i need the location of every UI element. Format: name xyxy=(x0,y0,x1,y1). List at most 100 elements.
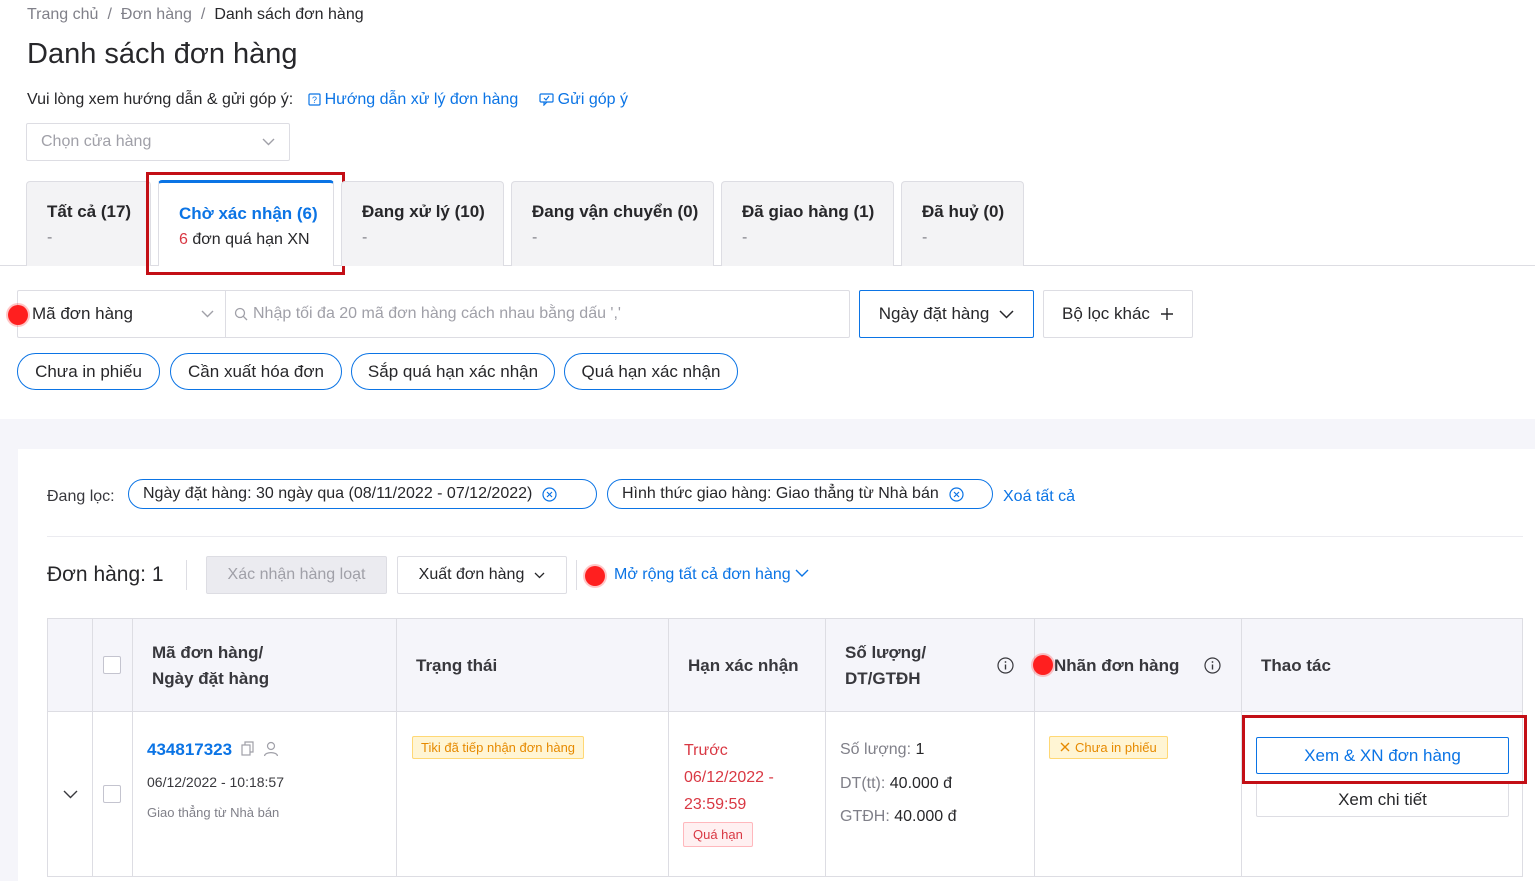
order-value: GTĐH: 40.000 đ xyxy=(840,808,957,826)
header-line: Số lượng/ xyxy=(845,643,927,662)
tab-label: Chờ xác nhận (6) xyxy=(179,204,318,223)
column-divider xyxy=(825,619,826,876)
overdue-count: 6 xyxy=(179,231,188,248)
export-orders-button[interactable]: Xuất đơn hàng xyxy=(397,556,567,594)
copy-icon[interactable] xyxy=(240,741,255,757)
tab-pending-confirmation[interactable]: Chờ xác nhận (6) 6 đơn quá hạn XN xyxy=(158,180,334,266)
column-header-order: Mã đơn hàng/ Ngày đặt hàng xyxy=(152,640,269,692)
tab-sub: - xyxy=(742,229,748,246)
feedback-icon xyxy=(539,93,554,107)
column-divider xyxy=(132,619,133,876)
view-confirm-order-button[interactable]: Xem & XN đơn hàng xyxy=(1256,737,1509,774)
shipping-method: Giao thẳng từ Nhà bán xyxy=(147,805,280,820)
active-filter-shipping: Hình thức giao hàng: Giao thẳng từ Nhà b… xyxy=(607,479,993,509)
guide-link[interactable]: ? Hướng dẫn xử lý đơn hàng xyxy=(307,91,519,108)
tab-label: Đã huỷ (0) xyxy=(922,202,1005,221)
quick-filter-overdue[interactable]: Quá hạn xác nhận xyxy=(564,353,738,390)
chevron-down-icon xyxy=(201,310,214,318)
guide-link-label: Hướng dẫn xử lý đơn hàng xyxy=(324,91,519,108)
tab-processing[interactable]: Đang xử lý (10) - xyxy=(341,181,504,266)
field-select-value: Mã đơn hàng xyxy=(32,304,133,323)
quick-filter-invoice-needed[interactable]: Cần xuất hóa đơn xyxy=(170,353,342,390)
marker-dot xyxy=(1033,655,1053,675)
divider xyxy=(576,560,577,590)
breadcrumb-orders[interactable]: Đơn hàng xyxy=(121,6,192,23)
tab-sub: - xyxy=(532,229,538,246)
expand-all-label: Mở rộng tất cả đơn hàng xyxy=(614,566,791,583)
expand-all-orders-link[interactable]: Mở rộng tất cả đơn hàng xyxy=(614,566,809,584)
quick-filter-near-overdue[interactable]: Sắp quá hạn xác nhận xyxy=(351,353,555,390)
label-badge-text: Chưa in phiếu xyxy=(1075,740,1157,755)
deadline-line: 06/12/2022 - xyxy=(684,769,774,786)
search-icon xyxy=(234,307,248,321)
store-select-placeholder: Chọn cửa hàng xyxy=(41,133,152,150)
status-badge-text: Tiki đã tiếp nhận đơn hàng xyxy=(412,736,585,759)
tab-label: Đã giao hàng (1) xyxy=(742,202,875,221)
help-doc-icon: ? xyxy=(307,93,321,106)
info-icon[interactable] xyxy=(1204,657,1221,674)
tab-cancelled[interactable]: Đã huỷ (0) - xyxy=(901,181,1024,266)
close-circle-icon[interactable] xyxy=(949,486,964,502)
deadline-line: 23:59:59 xyxy=(684,796,747,813)
chevron-down-icon xyxy=(999,309,1014,319)
deadline-line: Trước xyxy=(684,742,728,759)
expand-row-chevron-icon[interactable] xyxy=(63,790,78,799)
clear-all-filters-link[interactable]: Xoá tất cả xyxy=(1003,488,1075,506)
row-checkbox[interactable] xyxy=(103,785,121,803)
divider xyxy=(186,560,187,590)
breadcrumb-separator: / xyxy=(200,6,206,23)
column-header-actions: Thao tác xyxy=(1261,656,1331,675)
breadcrumb-current: Danh sách đơn hàng xyxy=(214,6,364,23)
status-badge: Tiki đã tiếp nhận đơn hàng xyxy=(412,736,585,759)
column-divider xyxy=(668,619,669,876)
view-detail-button[interactable]: Xem chi tiết xyxy=(1256,782,1509,817)
close-circle-icon[interactable] xyxy=(542,486,557,502)
select-all-checkbox[interactable] xyxy=(103,656,121,674)
more-filters-button[interactable]: Bộ lọc khác xyxy=(1043,290,1193,338)
quick-filter-not-printed[interactable]: Chưa in phiếu xyxy=(17,353,160,390)
active-filter-text: Ngày đặt hàng: 30 ngày qua (08/11/2022 -… xyxy=(143,485,533,502)
quantity-key: Số lượng: xyxy=(840,741,912,758)
info-icon[interactable] xyxy=(997,657,1014,674)
store-select[interactable]: Chọn cửa hàng xyxy=(26,123,290,161)
column-header-label: Nhãn đơn hàng xyxy=(1054,656,1180,675)
overdue-text: đơn quá hạn XN xyxy=(187,231,310,248)
order-id-search-input[interactable]: Nhập tối đa 20 mã đơn hàng cách nhau bằn… xyxy=(225,290,850,338)
confirm-deadline: Trước 06/12/2022 - 23:59:59 xyxy=(684,737,774,818)
x-icon xyxy=(1060,742,1070,752)
header-line: DT/GTĐH xyxy=(845,669,921,688)
bulk-confirm-button[interactable]: Xác nhận hàng loạt xyxy=(206,556,387,594)
tab-sub: - xyxy=(47,229,53,246)
label-badge: Chưa in phiếu xyxy=(1049,736,1168,759)
column-divider xyxy=(396,619,397,876)
order-value-value: 40.000 đ xyxy=(889,808,957,825)
tab-sub: 6 đơn quá hạn XN xyxy=(179,231,333,249)
overdue-badge: Quá hạn xyxy=(683,822,753,847)
table-row: 434817323 xyxy=(147,740,279,760)
revenue-value: 40.000 đ xyxy=(885,775,953,792)
more-filters-label: Bộ lọc khác xyxy=(1062,304,1150,323)
breadcrumb-home[interactable]: Trang chủ xyxy=(27,6,98,23)
tab-label: Tất cả (17) xyxy=(47,202,132,221)
tab-label: Đang vận chuyển (0) xyxy=(532,202,699,221)
column-divider xyxy=(92,619,93,876)
column-header-deadline: Hạn xác nhận xyxy=(688,656,799,675)
order-id-field-select[interactable]: Mã đơn hàng xyxy=(17,290,226,338)
column-divider xyxy=(1241,619,1242,876)
quantity-value: 1 xyxy=(911,741,925,758)
tab-all[interactable]: Tất cả (17) - xyxy=(26,181,151,266)
guide-text: Vui lòng xem hướng dẫn & gửi góp ý: xyxy=(27,91,294,108)
tab-delivered[interactable]: Đã giao hàng (1) - xyxy=(721,181,894,266)
divider xyxy=(47,536,1523,537)
active-filter-text: Hình thức giao hàng: Giao thẳng từ Nhà b… xyxy=(622,485,939,502)
page-title: Danh sách đơn hàng xyxy=(27,38,298,70)
tab-shipping[interactable]: Đang vận chuyển (0) - xyxy=(511,181,714,266)
active-filter-date: Ngày đặt hàng: 30 ngày qua (08/11/2022 -… xyxy=(128,479,597,509)
column-header-status: Trạng thái xyxy=(416,656,498,675)
column-header-quantity: Số lượng/ DT/GTĐH xyxy=(845,640,926,692)
svg-text:?: ? xyxy=(312,95,317,105)
order-id-link[interactable]: 434817323 xyxy=(147,740,232,759)
date-button-label: Ngày đặt hàng xyxy=(878,304,990,323)
feedback-link[interactable]: Gửi góp ý xyxy=(539,91,628,108)
order-date-button[interactable]: Ngày đặt hàng xyxy=(859,290,1034,338)
